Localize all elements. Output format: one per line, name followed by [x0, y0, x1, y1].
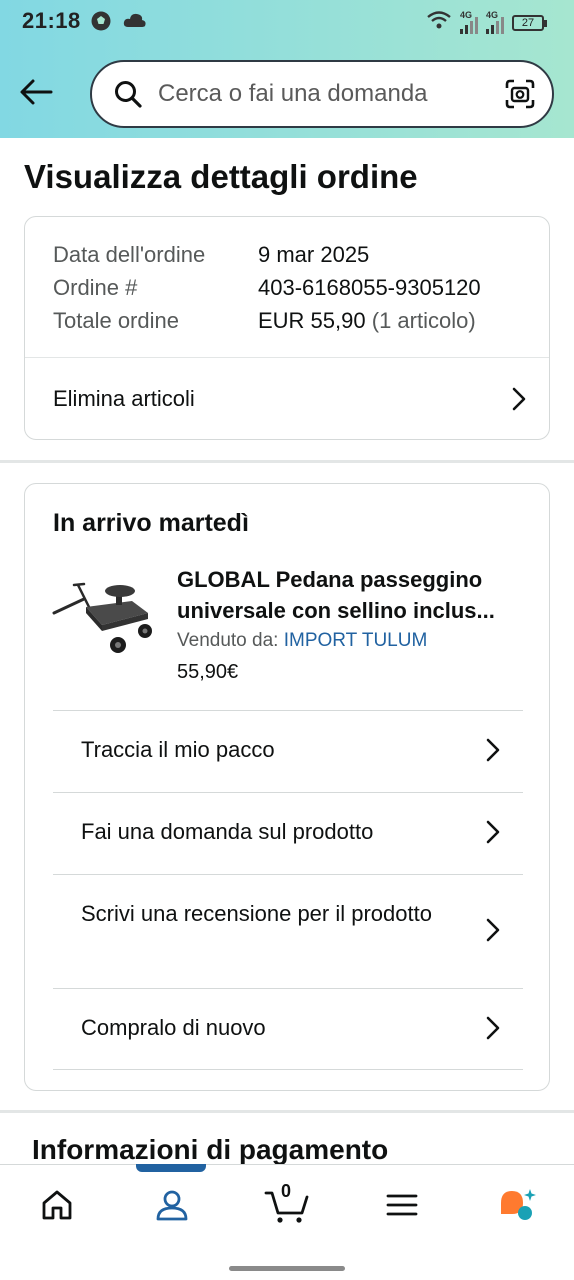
- rufus-ai-icon: [500, 1188, 536, 1220]
- network-label-1: 4G: [460, 9, 473, 20]
- search-icon: [112, 78, 144, 110]
- write-review-label: Scrivi una recensione per il prodotto: [81, 901, 432, 926]
- delivery-status: In arrivo martedì: [53, 509, 249, 537]
- remove-items-label: Elimina articoli: [53, 386, 195, 411]
- page-title: Visualizza dettagli ordine: [24, 158, 418, 195]
- nav-account[interactable]: [142, 1175, 202, 1235]
- seller-prefix: Venduto da:: [177, 630, 279, 651]
- product-title-line-2: universale con sellino inclus...: [177, 598, 495, 623]
- chevron-right-icon: [483, 820, 503, 844]
- order-summary-card: Data dell'ordine 9 mar 2025 Ordine # 403…: [24, 216, 550, 440]
- nav-home[interactable]: [27, 1175, 87, 1235]
- home-icon: [42, 1190, 72, 1219]
- nav-menu[interactable]: [372, 1175, 432, 1235]
- section-divider: [0, 460, 574, 463]
- order-date-value: 9 mar 2025: [258, 242, 370, 267]
- product-title-line-1: GLOBAL Pedana passeggino: [177, 567, 483, 592]
- order-total-note: (1 articolo): [371, 308, 476, 333]
- menu-icon: [386, 1194, 418, 1215]
- status-notification-icons: [90, 10, 148, 37]
- arrow-left-icon: [20, 79, 53, 105]
- search-input[interactable]: [158, 80, 502, 108]
- shipment-card: In arrivo martedì GLOBAL Pedana passeggi…: [24, 483, 550, 1091]
- buy-again-button[interactable]: Compralo di nuovo: [53, 988, 523, 1070]
- signal-icon-1: 4G: [460, 9, 478, 34]
- order-date-label: Data dell'ordine: [53, 242, 206, 267]
- track-package-button[interactable]: Traccia il mio pacco: [53, 710, 523, 792]
- track-package-label: Traccia il mio pacco: [81, 737, 275, 762]
- status-time: 21:18: [22, 8, 81, 33]
- seller-info: Venduto da: IMPORT TULUM: [177, 630, 427, 652]
- nav-rufus[interactable]: [487, 1175, 547, 1235]
- order-total: EUR 55,90 (1 articolo): [258, 308, 476, 334]
- status-system-icons: 4G 4G 27: [426, 9, 547, 35]
- camera-scan-icon[interactable]: [502, 76, 538, 112]
- gesture-handle[interactable]: [229, 1266, 345, 1271]
- chevron-right-icon: [509, 387, 529, 411]
- signal-icon-2: 4G: [486, 9, 504, 34]
- soccer-ball-icon: [90, 10, 112, 37]
- order-total-value: EUR 55,90: [258, 308, 366, 333]
- status-bar: 21:18 4G 4G 27: [0, 0, 574, 44]
- search-bar[interactable]: [90, 60, 554, 128]
- order-number-value: 403-6168055-9305120: [258, 275, 481, 300]
- cart-count: 0: [280, 1180, 291, 1201]
- product-image[interactable]: [50, 579, 156, 659]
- back-button[interactable]: [18, 74, 54, 110]
- nav-cart[interactable]: 0: [257, 1175, 317, 1235]
- section-divider: [0, 1110, 574, 1113]
- buy-again-label: Compralo di nuovo: [81, 1015, 266, 1040]
- payment-info-heading: Informazioni di pagamento: [32, 1134, 389, 1165]
- remove-items-link[interactable]: Elimina articoli: [53, 358, 529, 440]
- write-review-button[interactable]: Scrivi una recensione per il prodotto: [53, 874, 523, 988]
- active-tab-indicator: [136, 1164, 206, 1172]
- network-label-2: 4G: [486, 9, 499, 20]
- bottom-navigation: 0: [0, 1164, 574, 1244]
- chevron-right-icon: [483, 918, 503, 942]
- order-number-label: Ordine #: [53, 275, 138, 300]
- chevron-right-icon: [483, 738, 503, 762]
- order-total-label: Totale ordine: [53, 308, 179, 333]
- ask-question-label: Fai una domanda sul prodotto: [81, 819, 374, 844]
- seller-link[interactable]: IMPORT TULUM: [284, 630, 428, 651]
- system-gesture-area: [0, 1244, 574, 1280]
- cloud-icon: [122, 10, 148, 37]
- product-price: 55,90€: [177, 661, 239, 683]
- product-title-link[interactable]: GLOBAL Pedana passeggino universale con …: [177, 564, 527, 626]
- account-icon: [156, 1190, 188, 1220]
- ask-product-question-button[interactable]: Fai una domanda sul prodotto: [53, 792, 523, 874]
- app-header: 21:18 4G 4G 27: [0, 0, 574, 138]
- battery-icon: 27: [512, 14, 547, 31]
- chevron-right-icon: [483, 1016, 503, 1040]
- wifi-icon: [426, 10, 452, 35]
